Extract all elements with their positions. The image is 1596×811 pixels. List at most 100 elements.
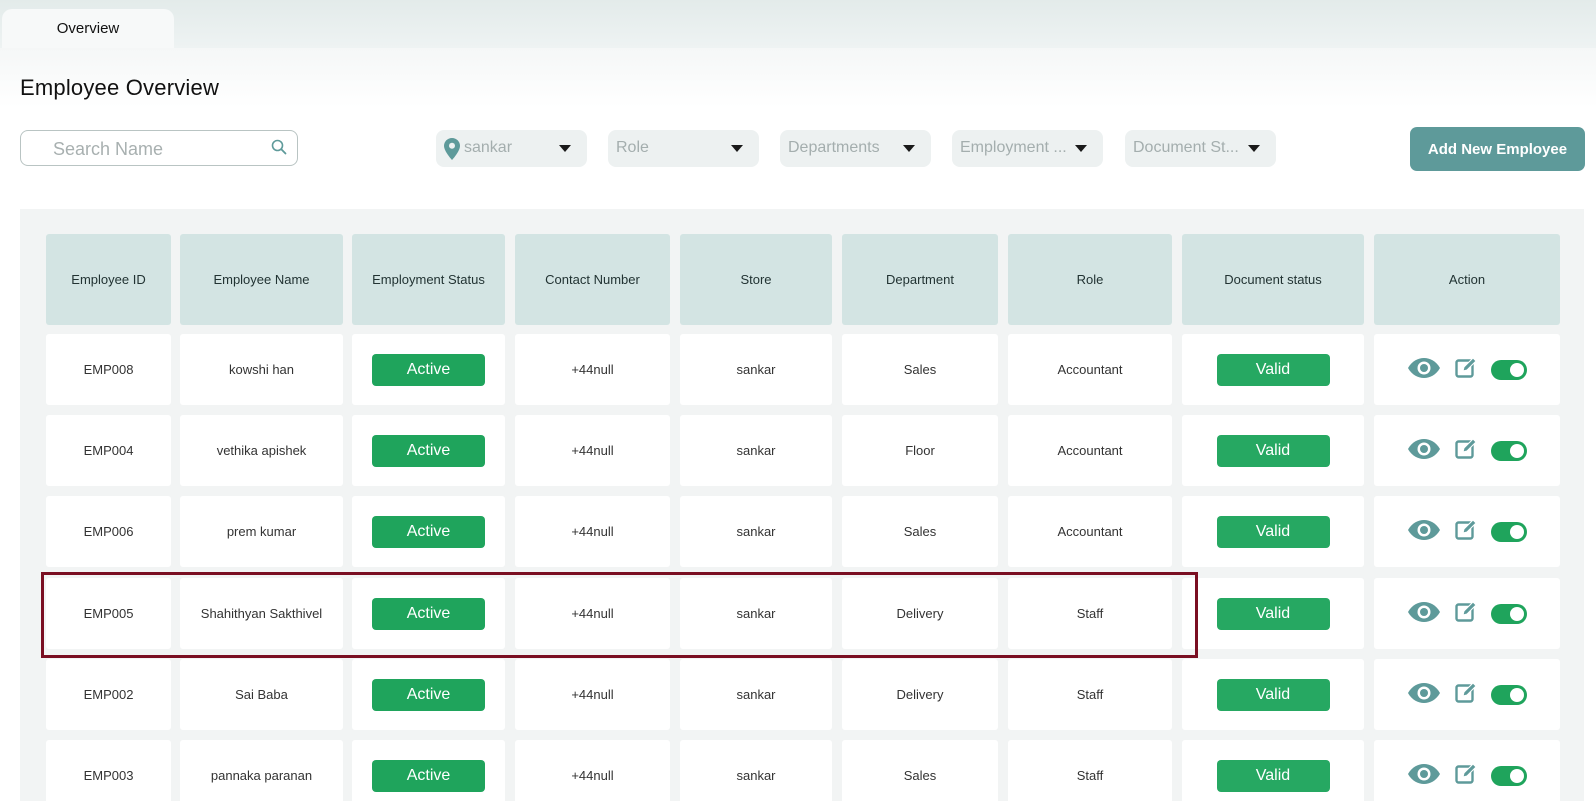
table-cell-actions [1374, 659, 1560, 730]
edit-icon[interactable] [1455, 438, 1477, 463]
chevron-down-icon [903, 145, 915, 152]
toggle-knob [1510, 524, 1524, 539]
edit-icon[interactable] [1455, 682, 1477, 707]
table-cell-actions [1374, 334, 1560, 405]
table-cell-contact-number: +44null [515, 415, 670, 486]
column-header-employee-name: Employee Name [180, 234, 343, 325]
document-valid-badge: Valid [1216, 678, 1330, 711]
column-header-contact-number: Contact Number [515, 234, 670, 325]
store-filter-dropdown[interactable]: sankar [436, 130, 587, 167]
chevron-down-icon [1248, 145, 1260, 152]
column-header-role: Role [1008, 234, 1172, 325]
table-cell-department: Sales [842, 334, 998, 405]
active-toggle-switch[interactable] [1491, 684, 1527, 705]
table-cell-role: Staff [1008, 659, 1172, 730]
status-badge: Active [372, 678, 485, 711]
table-cell-contact-number: +44null [515, 334, 670, 405]
table-cell-document-status: Valid [1182, 334, 1364, 405]
table-cell-role: Accountant [1008, 334, 1172, 405]
eye-icon[interactable] [1407, 357, 1441, 382]
column-header-employee-id: Employee ID [46, 234, 171, 325]
table-cell-contact-number: +44null [515, 740, 670, 811]
chevron-down-icon [1075, 145, 1087, 152]
column-header-store: Store [680, 234, 832, 325]
table-cell-document-status: Valid [1182, 496, 1364, 567]
active-toggle-switch[interactable] [1491, 765, 1527, 786]
table-cell-role: Accountant [1008, 496, 1172, 567]
table-cell-employee-name: kowshi han [180, 334, 343, 405]
table-cell-employment-status: Active [352, 415, 505, 486]
page-title: Employee Overview [20, 75, 220, 100]
table-cell-employee-id: EMP005 [46, 578, 171, 649]
eye-icon[interactable] [1407, 438, 1441, 463]
table-cell-store: sankar [680, 334, 832, 405]
toggle-knob [1510, 362, 1524, 377]
table-cell-store: sankar [680, 659, 832, 730]
departments-filter-label: Departments [788, 139, 880, 156]
table-cell-employment-status: Active [352, 334, 505, 405]
eye-icon[interactable] [1407, 601, 1441, 626]
table-cell-document-status: Valid [1182, 578, 1364, 649]
eye-icon[interactable] [1407, 519, 1441, 544]
document-valid-badge: Valid [1216, 515, 1330, 548]
status-badge: Active [372, 515, 485, 548]
employment-filter-dropdown[interactable]: Employment ... [952, 130, 1103, 167]
table-cell-document-status: Valid [1182, 659, 1364, 730]
table-cell-employee-name: vethika apishek [180, 415, 343, 486]
role-filter-label: Role [616, 139, 649, 156]
column-header-action: Action [1374, 234, 1560, 325]
table-cell-employment-status: Active [352, 659, 505, 730]
table-cell-contact-number: +44null [515, 578, 670, 649]
edit-icon[interactable] [1455, 519, 1477, 544]
table-cell-employment-status: Active [352, 496, 505, 567]
document-status-filter-dropdown[interactable]: Document St... [1125, 130, 1276, 167]
table-cell-department: Sales [842, 496, 998, 567]
table-cell-employee-name: prem kumar [180, 496, 343, 567]
active-toggle-switch[interactable] [1491, 521, 1527, 542]
departments-filter-dropdown[interactable]: Departments [780, 130, 931, 167]
table-cell-role: Staff [1008, 578, 1172, 649]
document-valid-badge: Valid [1216, 759, 1330, 792]
table-cell-employee-name: Shahithyan Sakthivel [180, 578, 343, 649]
column-header-employment-status: Employment Status [352, 234, 505, 325]
table-cell-store: sankar [680, 415, 832, 486]
table-cell-employee-id: EMP002 [46, 659, 171, 730]
tab-overview[interactable]: Overview [2, 9, 174, 48]
add-new-employee-button[interactable]: Add New Employee [1410, 127, 1585, 171]
edit-icon[interactable] [1455, 763, 1477, 788]
table-cell-employee-id: EMP008 [46, 334, 171, 405]
status-badge: Active [372, 353, 485, 386]
document-valid-badge: Valid [1216, 434, 1330, 467]
active-toggle-switch[interactable] [1491, 359, 1527, 380]
document-valid-badge: Valid [1216, 353, 1330, 386]
table-cell-role: Accountant [1008, 415, 1172, 486]
active-toggle-switch[interactable] [1491, 603, 1527, 624]
column-header-department: Department [842, 234, 998, 325]
table-cell-actions [1374, 578, 1560, 649]
eye-icon[interactable] [1407, 763, 1441, 788]
search-icon[interactable] [271, 139, 287, 160]
table-cell-department: Sales [842, 740, 998, 811]
table-cell-employee-id: EMP003 [46, 740, 171, 811]
top-tab-bar: Overview [0, 0, 1596, 48]
table-cell-employee-name: pannaka paranan [180, 740, 343, 811]
table-cell-actions [1374, 415, 1560, 486]
table-cell-department: Delivery [842, 659, 998, 730]
role-filter-dropdown[interactable]: Role [608, 130, 759, 167]
eye-icon[interactable] [1407, 682, 1441, 707]
table-cell-actions [1374, 496, 1560, 567]
toggle-knob [1510, 606, 1524, 621]
toggle-knob [1510, 687, 1524, 702]
table-cell-store: sankar [680, 740, 832, 811]
table-cell-store: sankar [680, 496, 832, 567]
status-badge: Active [372, 759, 485, 792]
table-cell-document-status: Valid [1182, 415, 1364, 486]
edit-icon[interactable] [1455, 601, 1477, 626]
active-toggle-switch[interactable] [1491, 440, 1527, 461]
table-cell-store: sankar [680, 578, 832, 649]
employment-filter-label: Employment ... [960, 139, 1067, 156]
table-cell-employee-id: EMP006 [46, 496, 171, 567]
edit-icon[interactable] [1455, 357, 1477, 382]
search-input[interactable] [51, 135, 255, 163]
table-cell-department: Delivery [842, 578, 998, 649]
